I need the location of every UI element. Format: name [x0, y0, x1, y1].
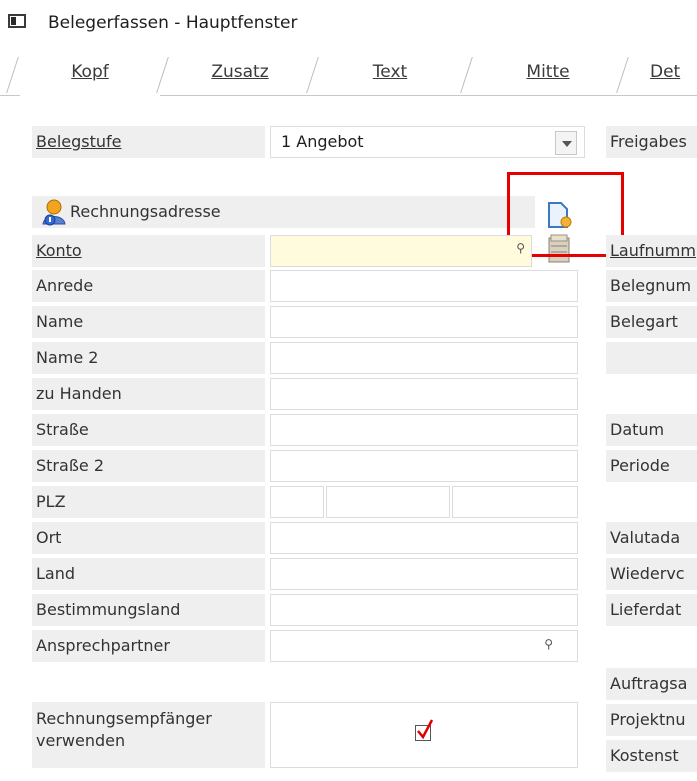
plz-field[interactable] [326, 486, 450, 518]
strasse-label: Straße [32, 414, 265, 446]
bestimmungsland-field[interactable] [270, 594, 578, 626]
strasse-field[interactable] [270, 414, 578, 446]
search-icon[interactable]: ⚲ [544, 637, 553, 651]
periode-label: Periode [606, 450, 697, 482]
belegart-extra-label [606, 342, 697, 374]
belegnummer-label: Belegnum [606, 270, 697, 302]
bestimmungsland-label: Bestimmungsland [32, 594, 265, 626]
datum-label: Datum [606, 414, 697, 446]
search-icon[interactable]: ⚲ [516, 241, 525, 255]
belegstufe-select[interactable]: 1 Angebot [270, 126, 585, 158]
zu-handen-field[interactable] [270, 378, 578, 410]
name-label: Name [32, 306, 265, 338]
konto-field[interactable]: ⚲ [270, 235, 532, 267]
name2-label: Name 2 [32, 342, 265, 374]
rechnungsempfaenger-label: Rechnungsempfänger verwenden [32, 702, 265, 768]
freigabe-label: Freigabes [606, 126, 697, 158]
name-field[interactable] [270, 306, 578, 338]
tab-kopf[interactable]: Kopf [20, 52, 160, 96]
laufnummer-label: Laufnumm [606, 235, 697, 267]
rechnungsempfaenger-checkbox[interactable] [415, 719, 434, 741]
projekt-label: Projektnu [606, 704, 697, 736]
tab-kopf-label: Kopf [71, 62, 109, 82]
tab-details-label: Det [650, 62, 681, 82]
wiedervorlage-label: Wiedervc [606, 558, 697, 590]
belegstufe-label: Belegstufe [32, 126, 265, 158]
plz-country-field[interactable] [270, 486, 324, 518]
tab-mitte[interactable]: Mitte [478, 52, 618, 96]
anrede-label: Anrede [32, 270, 265, 302]
tab-strip: Kopf Zusatz Text Mitte Det [0, 52, 697, 96]
strasse2-field[interactable] [270, 450, 578, 482]
ansprechpartner-field[interactable]: ⚲ [270, 630, 578, 662]
kostenstelle-label: Kostenst [606, 740, 697, 772]
tab-text[interactable]: Text [320, 52, 460, 96]
tab-mitte-label: Mitte [526, 62, 570, 82]
strasse2-label: Straße 2 [32, 450, 265, 482]
tab-zusatz[interactable]: Zusatz [170, 52, 310, 96]
ort-label: Ort [32, 522, 265, 554]
ansprechpartner-label: Ansprechpartner [32, 630, 265, 662]
tab-zusatz-label: Zusatz [211, 62, 269, 82]
plz-label: PLZ [32, 486, 265, 518]
ort-field[interactable] [270, 522, 578, 554]
zu-handen-label: zu Handen [32, 378, 265, 410]
rechnungsadresse-header: Rechnungsadresse [32, 196, 535, 228]
plz-extra-field[interactable] [452, 486, 578, 518]
anrede-field[interactable] [270, 270, 578, 302]
name2-field[interactable] [270, 342, 578, 374]
chevron-down-icon[interactable] [555, 131, 577, 155]
valutadatum-label: Valutada [606, 522, 697, 554]
belegstufe-value: 1 Angebot [281, 132, 364, 151]
lieferdatum-label: Lieferdat [606, 594, 697, 626]
tab-details[interactable]: Det [628, 52, 697, 96]
window-icon [8, 14, 26, 28]
rechnungsempfaenger-field [270, 702, 578, 768]
address-person-icon [40, 198, 68, 226]
konto-label: Konto [32, 235, 265, 267]
window-title: Belegerfassen - Hauptfenster [48, 13, 298, 33]
auftrag-label: Auftragsa [606, 668, 697, 700]
belegart-label: Belegart [606, 306, 697, 338]
land-label: Land [32, 558, 265, 590]
tab-text-label: Text [372, 62, 408, 82]
land-field[interactable] [270, 558, 578, 590]
